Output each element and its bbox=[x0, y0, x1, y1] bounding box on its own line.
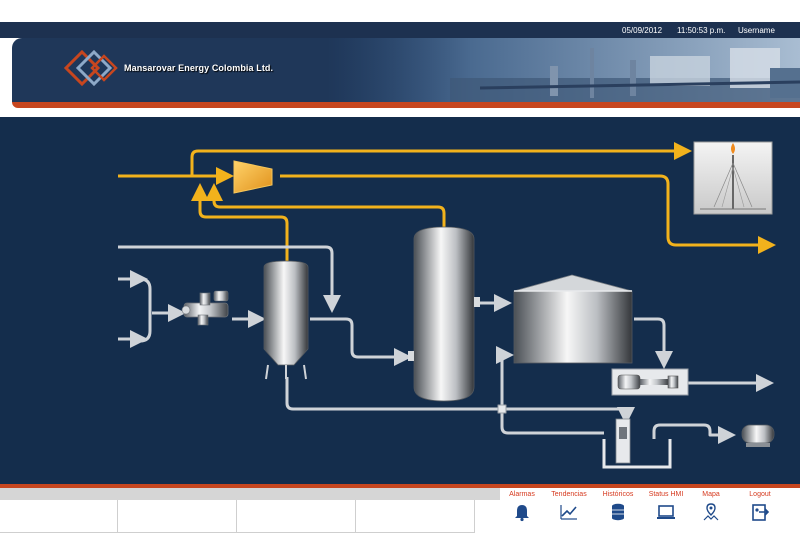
tanker-truck-icon[interactable] bbox=[741, 424, 775, 447]
hmi-screen: 05/09/2012 11:50:53 p.m. Username Mansar… bbox=[0, 0, 800, 533]
company-name: Mansarovar Energy Colombia Ltd. bbox=[124, 63, 274, 73]
company-logo-icon bbox=[64, 50, 118, 86]
facility-photo bbox=[330, 38, 800, 102]
nav-button-tendencias[interactable]: Tendencias bbox=[544, 490, 594, 532]
process-flow-svg bbox=[118, 141, 776, 469]
nav-button-alarmas[interactable]: Alarmas bbox=[497, 490, 547, 532]
time-display: 11:50:53 p.m. bbox=[677, 26, 726, 35]
logout-icon bbox=[752, 504, 770, 521]
footer-cell-2 bbox=[118, 500, 237, 533]
flare-stack-icon[interactable] bbox=[693, 141, 773, 215]
database-icon bbox=[612, 503, 624, 521]
nav-label-mapa: Mapa bbox=[702, 491, 720, 498]
nav-label-status-hmi: Status HMI bbox=[648, 491, 684, 498]
banner-accent-stripe bbox=[12, 102, 800, 108]
nav-button-historicos[interactable]: Históricos bbox=[593, 490, 643, 532]
bell-icon bbox=[515, 505, 529, 522]
vertical-separator-icon[interactable] bbox=[408, 226, 480, 402]
process-diagram bbox=[0, 117, 800, 484]
nav-label-historicos: Históricos bbox=[602, 491, 634, 498]
nav-button-mapa[interactable]: Mapa bbox=[686, 490, 736, 532]
nav-label-logout: Logout bbox=[749, 491, 771, 498]
compressor-icon[interactable] bbox=[233, 160, 273, 194]
nav-label-tendencias: Tendencias bbox=[551, 491, 587, 498]
status-bar: 05/09/2012 11:50:53 p.m. Username bbox=[0, 22, 800, 38]
map-icon bbox=[703, 503, 719, 521]
nav-button-logout[interactable]: Logout bbox=[735, 490, 785, 532]
date-display: 05/09/2012 bbox=[622, 26, 663, 35]
footer-bar: Alarmas Tendencias Históricos Status HMI… bbox=[0, 488, 800, 533]
username-display: Username bbox=[738, 26, 775, 35]
footer-cell-1 bbox=[0, 500, 118, 533]
pump-skid-icon[interactable] bbox=[181, 290, 229, 326]
nav-button-status-hmi[interactable]: Status HMI bbox=[641, 490, 691, 532]
nav-label-alarmas: Alarmas bbox=[509, 491, 535, 498]
transfer-pump-icon[interactable] bbox=[611, 368, 689, 396]
footer-cell-4 bbox=[356, 500, 475, 533]
storage-tank-icon[interactable] bbox=[513, 274, 633, 364]
monitor-icon bbox=[657, 505, 675, 519]
footer-cell-3 bbox=[237, 500, 356, 533]
trend-chart-icon bbox=[560, 505, 577, 520]
hopper-vessel-icon[interactable] bbox=[263, 260, 309, 380]
footer-status-strip bbox=[0, 488, 500, 500]
